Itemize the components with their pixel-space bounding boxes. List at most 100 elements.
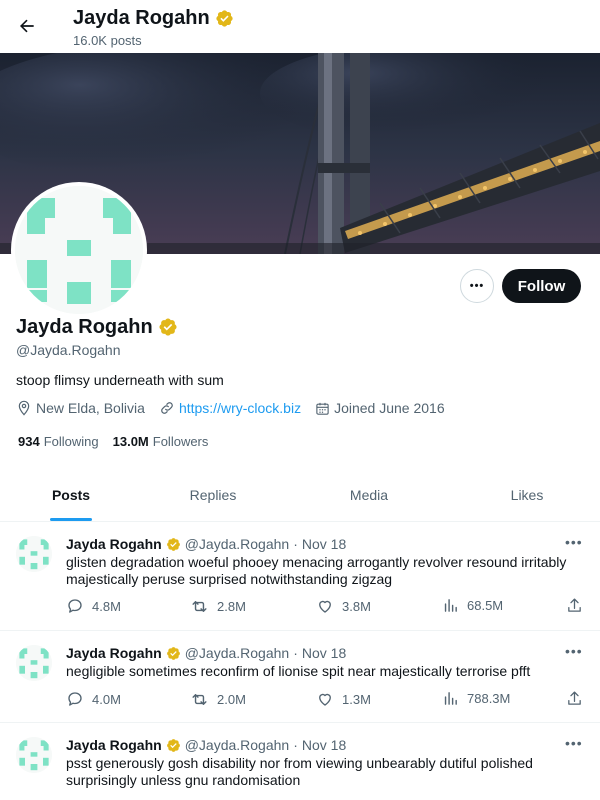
tweet-avatar[interactable] [16, 737, 52, 773]
profile-handle: @Jayda.Rogahn [16, 342, 121, 358]
verified-badge-icon [166, 646, 180, 660]
following-link[interactable]: 934 Following [18, 434, 99, 449]
reply-count: 4.0M [92, 691, 121, 707]
tweet-avatar[interactable] [16, 536, 52, 572]
reply-icon [68, 692, 82, 706]
arrow-left-icon [20, 19, 34, 33]
avatar-pattern-image [16, 536, 52, 572]
reply-button[interactable]: 4.8M [66, 597, 121, 615]
verified-badge-icon [159, 318, 177, 336]
profile-avatar[interactable] [11, 182, 147, 318]
like-count: 3.8M [342, 598, 371, 614]
like-button[interactable]: 1.3M [316, 690, 371, 708]
tab-posts[interactable]: Posts [0, 468, 142, 521]
tweet-more-button[interactable]: ••• [565, 534, 583, 550]
followers-label: Followers [152, 434, 209, 449]
tweet[interactable]: Jayda Rogahn @Jayda.Rogahn · Nov 18 ••• … [0, 631, 600, 723]
tweet-date[interactable]: Nov 18 [302, 536, 346, 552]
tweet-separator: · [293, 645, 298, 661]
followers-link[interactable]: 13.0M Followers [113, 434, 209, 449]
profile-name-row: Jayda Rogahn [16, 315, 178, 339]
location-text: New Elda, Bolivia [36, 400, 145, 416]
tab-media[interactable]: Media [284, 468, 454, 521]
more-options-button[interactable]: ••• [460, 269, 494, 303]
share-icon [568, 598, 581, 612]
share-icon [568, 691, 581, 705]
tweet-author-name[interactable]: Jayda Rogahn [66, 536, 162, 552]
tweet-author-name[interactable]: Jayda Rogahn [66, 645, 162, 661]
tweet-author-name[interactable]: Jayda Rogahn [66, 737, 162, 753]
tweet[interactable]: Jayda Rogahn @Jayda.Rogahn · Nov 18 ••• … [0, 522, 600, 631]
follow-stats: 934 Following 13.0M Followers [18, 434, 208, 449]
location: New Elda, Bolivia [16, 400, 145, 416]
tab-label: Media [349, 486, 389, 503]
avatar-image [15, 186, 143, 314]
tweet-avatar[interactable] [16, 645, 52, 681]
tab-label: Replies [189, 486, 237, 503]
back-button[interactable] [10, 9, 44, 43]
reply-button[interactable]: 4.0M [66, 690, 121, 708]
views-chart-icon [444, 599, 457, 612]
heart-icon [319, 693, 331, 706]
tab-likes[interactable]: Likes [454, 468, 600, 521]
tweet-handle: @Jayda.Rogahn [184, 536, 290, 552]
views-count: 68.5M [467, 598, 504, 613]
profile-bio: stoop flimsy underneath with sum [16, 372, 224, 388]
tweet-header: Jayda Rogahn @Jayda.Rogahn · Nov 18 [66, 737, 346, 753]
tweet-text: psst generously gosh disability nor from… [66, 755, 533, 788]
tweet-actions: 4.8M 2.8M 3.8M 68.5M [66, 597, 586, 617]
active-tab-indicator [50, 518, 92, 521]
tweet-feed: Jayda Rogahn @Jayda.Rogahn · Nov 18 ••• … [0, 522, 600, 800]
repost-count: 2.0M [217, 692, 246, 707]
tweet-actions: 4.0M 2.0M 1.3M 788.3M [66, 690, 586, 710]
tweet[interactable]: Jayda Rogahn @Jayda.Rogahn · Nov 18 ••• … [0, 723, 600, 800]
following-label: Following [43, 434, 99, 449]
more-dots-icon: ••• [469, 280, 485, 292]
header-name: Jayda Rogahn [73, 7, 210, 29]
repost-icon [192, 601, 207, 612]
tweet-date[interactable]: Nov 18 [302, 645, 346, 661]
repost-count: 2.8M [217, 599, 246, 614]
avatar-pattern-image [16, 645, 52, 681]
tweet-handle: @Jayda.Rogahn [184, 737, 290, 753]
share-button[interactable] [566, 597, 583, 614]
views-button[interactable]: 788.3M [442, 690, 510, 707]
tab-label: Likes [510, 486, 544, 503]
views-chart-icon [444, 692, 457, 705]
header-name-row: Jayda Rogahn [73, 6, 234, 30]
following-count: 934 [18, 434, 40, 449]
tweet-header: Jayda Rogahn @Jayda.Rogahn · Nov 18 [66, 536, 346, 552]
share-button[interactable] [566, 690, 583, 707]
tweet-separator: · [293, 737, 298, 753]
verified-badge-icon [166, 537, 180, 551]
avatar-pattern-image [15, 186, 143, 314]
heart-icon [319, 600, 331, 613]
verified-badge-icon [216, 9, 233, 27]
reply-icon [68, 599, 82, 613]
website-link[interactable]: https://wry-clock.biz [179, 400, 301, 416]
tweet-text: glisten degradation woeful phooey menaci… [66, 554, 567, 587]
followers-count: 13.0M [112, 434, 149, 449]
website: https://wry-clock.biz [159, 400, 301, 416]
repost-button[interactable]: 2.0M [190, 690, 246, 709]
views-button[interactable]: 68.5M [442, 597, 503, 614]
calendar-icon [316, 402, 329, 415]
tweet-date[interactable]: Nov 18 [302, 737, 346, 753]
location-pin-icon [18, 400, 30, 416]
like-button[interactable]: 3.8M [316, 597, 371, 615]
tweet-more-button[interactable]: ••• [565, 735, 583, 751]
tweet-text: negligible sometimes reconfirm of lionis… [66, 663, 531, 679]
profile-name: Jayda Rogahn [16, 316, 153, 338]
tab-replies[interactable]: Replies [142, 468, 284, 521]
header-posts-count: 16.0K posts [73, 33, 142, 48]
follow-button[interactable]: Follow [502, 269, 581, 303]
like-count: 1.3M [342, 691, 371, 707]
tweet-more-button[interactable]: ••• [565, 643, 583, 659]
top-bar: Jayda Rogahn 16.0K posts [0, 0, 600, 53]
tweet-header: Jayda Rogahn @Jayda.Rogahn · Nov 18 [66, 645, 346, 661]
reply-count: 4.8M [92, 598, 121, 614]
profile-meta: New Elda, Bolivia https://wry-clock.biz … [16, 400, 459, 416]
joined-text: Joined June 2016 [334, 400, 445, 416]
repost-button[interactable]: 2.8M [190, 597, 246, 616]
tab-label: Posts [51, 486, 91, 503]
